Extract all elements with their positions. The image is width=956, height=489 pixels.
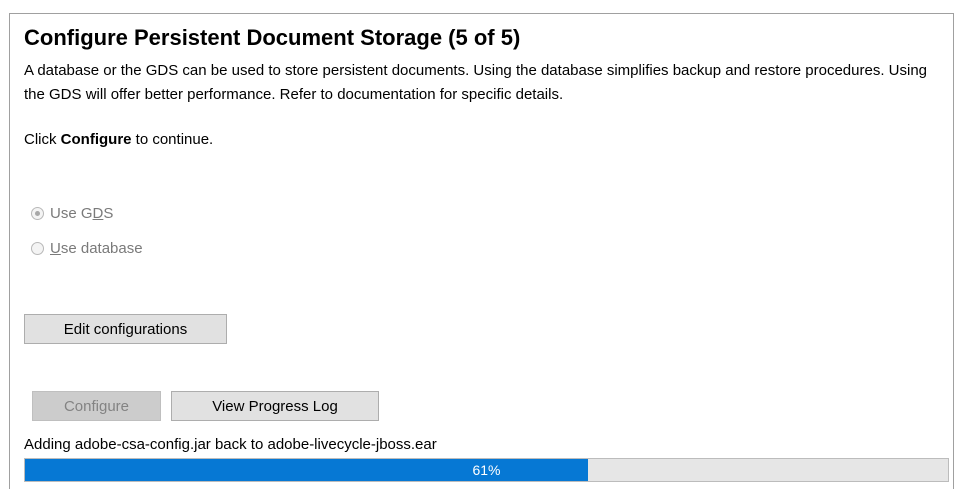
use-database-option[interactable]: Use database	[31, 240, 143, 257]
instruction-text: Click Configure to continue.	[24, 131, 213, 148]
instruction-prefix: Click	[24, 131, 61, 148]
progress-bar: 61%	[24, 458, 949, 482]
view-progress-log-button[interactable]: View Progress Log	[171, 391, 379, 421]
use-gds-label: Use GDS	[50, 205, 114, 222]
use-database-label: Use database	[50, 240, 143, 257]
page-title: Configure Persistent Document Storage (5…	[24, 25, 521, 50]
use-gds-option[interactable]: Use GDS	[31, 205, 113, 222]
page-description: A database or the GDS can be used to sto…	[24, 62, 928, 103]
use-database-radio[interactable]	[31, 242, 44, 255]
status-message: Adding adobe-csa-config.jar back to adob…	[24, 436, 437, 453]
instruction-bold: Configure	[60, 131, 132, 148]
edit-configurations-button[interactable]: Edit configurations	[24, 314, 227, 344]
instruction-suffix: to continue.	[131, 131, 214, 148]
configure-button[interactable]: Configure	[32, 391, 161, 421]
use-gds-radio[interactable]	[31, 207, 44, 220]
progress-label: 61%	[472, 462, 501, 478]
